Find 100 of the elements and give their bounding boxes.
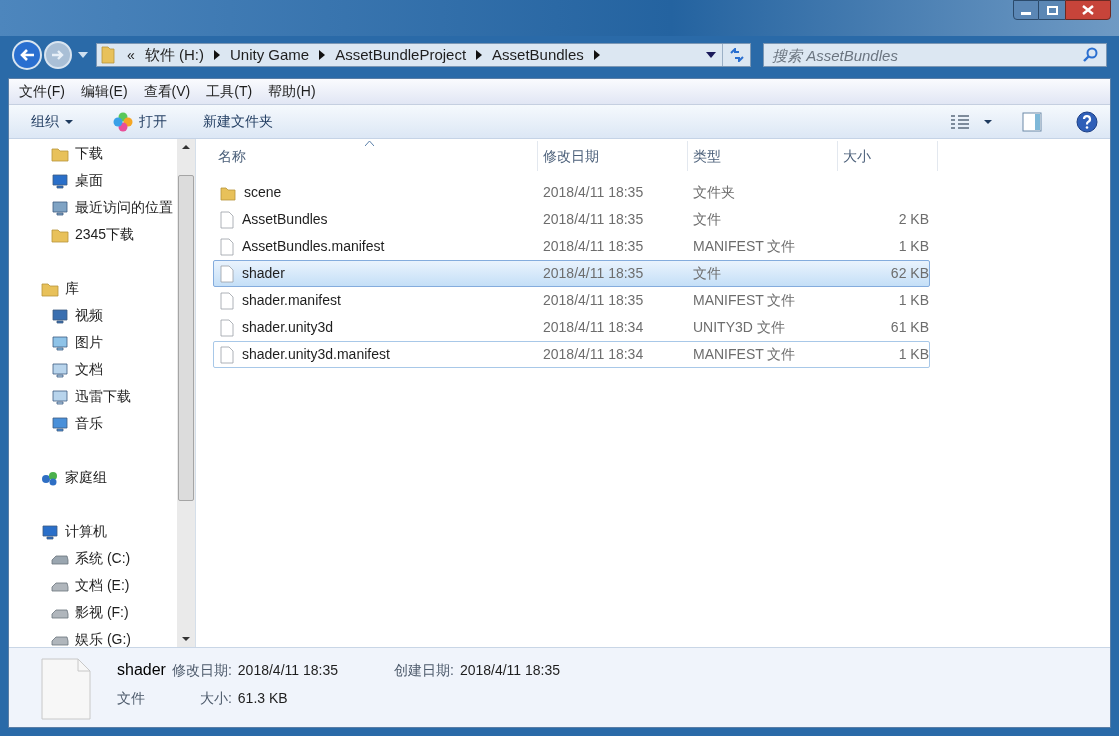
refresh-arrows-icon [728,48,745,62]
file-icon [220,345,234,364]
file-icon [220,210,234,229]
nav-item[interactable]: 娱乐 (G:) [9,626,177,647]
back-arrow-icon [19,48,35,62]
nav-item[interactable]: 库 [9,275,177,302]
file-name: AssetBundles [242,210,328,229]
scrollbar[interactable] [177,139,195,647]
breadcrumb[interactable]: AssetBundleProject [335,43,467,67]
help-icon[interactable] [1076,110,1098,133]
scrollbar-thumb[interactable] [178,175,194,501]
maximize-button[interactable] [1039,0,1065,20]
search-field[interactable]: 搜索 AssetBundles [763,43,1107,67]
size-cell: 1 KB [898,292,929,308]
nav-item[interactable]: 迅雷下载 [9,383,177,410]
open-button[interactable]: 打开 [107,111,173,132]
file-row[interactable]: AssetBundles.manifest 2018/4/11 18:35 MANIFEST 文件 1 KB [213,233,930,260]
file-icon [220,237,234,256]
date-cell-text: 2018/4/11 18:35 [542,210,645,229]
type-cell-text: UNITY3D 文件 [692,318,786,337]
view-list-icon[interactable] [950,113,970,130]
menu-item[interactable]: 文件(F) [19,81,65,102]
nav-item[interactable]: 视频 [9,302,177,329]
chevron-icon[interactable] [476,50,483,60]
close-icon [1082,5,1094,15]
modified-value: 2018/4/11 18:35 [237,661,338,680]
scroll-down-icon[interactable] [182,637,190,641]
file-name: shader [242,264,285,283]
type-cell-text: 文件夹 [692,183,736,202]
nav-item[interactable]: 图片 [9,329,177,356]
created-value: 2018/4/11 18:35 [459,661,561,680]
size-cell: 1 KB [898,346,929,362]
type-cell-text: MANIFEST 文件 [692,237,797,256]
nav-item[interactable]: 2345下载 [9,221,177,248]
caret-icon[interactable] [984,119,992,124]
new-folder-button[interactable]: 新建文件夹 [197,111,279,132]
address-dropdown-icon[interactable] [706,52,716,58]
scroll-up-icon[interactable] [182,145,190,149]
type-cell-text: MANIFEST 文件 [692,345,797,364]
minimize-button[interactable] [1013,0,1039,20]
close-button[interactable] [1065,0,1111,20]
search-input[interactable]: 搜索 AssetBundles [764,44,1082,66]
nav-item[interactable]: 系统 (C:) [9,545,177,572]
organize-button[interactable]: 组织 [21,111,83,132]
type-cell-text: MANIFEST 文件 [692,291,797,310]
breadcrumb[interactable]: 软件 (H:) [144,43,204,67]
column-header[interactable]: 类型 [688,141,838,171]
file-icon [220,264,234,283]
caret-icon [65,119,73,124]
file-name: shader.unity3d.manifest [242,345,390,364]
forward-button[interactable] [44,41,72,69]
nav-item[interactable]: 计算机 [9,518,177,545]
history-dropdown-icon[interactable] [78,52,88,58]
colorful-clover-icon [113,111,133,132]
file-name: AssetBundles.manifest [242,237,385,256]
nav-item[interactable]: 音乐 [9,410,177,437]
file-row[interactable]: shader.manifest 2018/4/11 18:35 MANIFEST 文件 1 KB [213,287,930,314]
menu-item[interactable]: 查看(V) [143,81,191,102]
file-icon [220,318,234,337]
folder-icon [101,46,115,64]
nav-item[interactable]: 桌面 [9,167,177,194]
column-header[interactable]: 修改日期 [538,141,688,171]
date-cell-text: 2018/4/11 18:35 [542,237,645,256]
file-row[interactable]: shader.unity3d 2018/4/11 18:34 UNITY3D 文件 61 KB [213,314,930,341]
chevron-icon[interactable] [593,50,600,60]
file-row[interactable]: shader 2018/4/11 18:35 文件 62 KB [213,260,930,287]
size-label: 大小: [198,689,232,708]
breadcrumb-overflow[interactable]: « [127,44,135,66]
menu-item[interactable]: 工具(T) [206,81,253,102]
file-row[interactable]: AssetBundles 2018/4/11 18:35 文件 2 KB [213,206,930,233]
nav-item[interactable]: 影视 (F:) [9,599,177,626]
size-cell: 61 KB [890,319,929,335]
file-row[interactable]: shader.unity3d.manifest 2018/4/11 18:34 MANIFEST 文件 1 KB [213,341,930,368]
breadcrumb[interactable]: AssetBundles [492,43,584,67]
column-header[interactable]: 名称 [213,141,538,171]
nav-item[interactable]: 文档 [9,356,177,383]
type-cell-text: 文件 [692,210,722,229]
breadcrumb[interactable]: Unity Game [229,43,310,67]
date-cell-text: 2018/4/11 18:34 [542,345,645,364]
nav-item[interactable]: 下载 [9,140,177,167]
file-name: scene [244,183,282,202]
file-type: 文件 [117,689,146,708]
computer-icon [41,523,59,540]
menu-item[interactable]: 编辑(E) [80,81,128,102]
column-header[interactable]: 大小 [838,141,938,171]
file-name: shader [117,660,166,680]
file-row[interactable]: scene 2018/4/11 18:35 文件夹 [213,179,930,206]
homegroup-icon [41,469,59,486]
modified-label: 修改日期: [171,661,232,680]
nav-item[interactable]: 最近访问的位置 [9,194,177,221]
back-button[interactable] [12,40,42,70]
date-cell-text: 2018/4/11 18:35 [542,264,645,283]
chevron-icon[interactable] [319,50,326,60]
chevron-icon[interactable] [213,50,220,60]
size-cell: 2 KB [898,211,929,227]
nav-item[interactable]: 家庭组 [9,464,177,491]
menu-item[interactable]: 帮助(H) [268,81,316,102]
address-bar[interactable]: « 软件 (H:) Unity Game AssetBundleProject AssetBundles [96,43,751,67]
date-cell-text: 2018/4/11 18:35 [542,291,645,310]
nav-item[interactable]: 文档 (E:) [9,572,177,599]
